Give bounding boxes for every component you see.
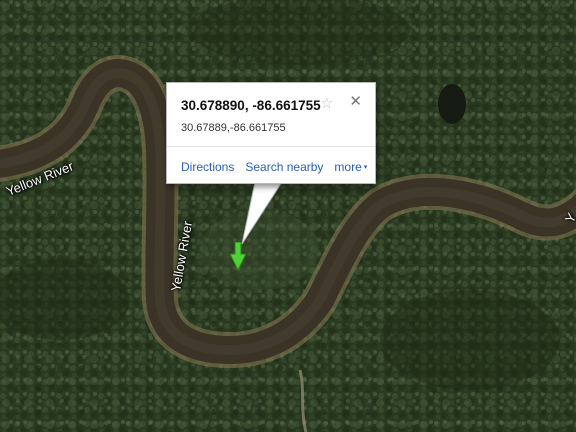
infowindow: 30.678890, -86.661755 ☆ ✕ 30.67889,-86.6… bbox=[166, 82, 376, 184]
star-icon[interactable]: ☆ bbox=[320, 96, 333, 111]
more-menu[interactable]: more ▾ bbox=[334, 160, 367, 174]
map-canvas[interactable]: Yellow River Yellow River Y 30.678890, -… bbox=[0, 0, 576, 432]
close-icon[interactable]: ✕ bbox=[349, 94, 362, 109]
pond bbox=[438, 84, 466, 124]
coordinates-text: 30.67889,-86.661755 bbox=[181, 122, 286, 134]
map-marker-icon[interactable] bbox=[230, 242, 246, 270]
infowindow-links: Directions Search nearby more ▾ bbox=[181, 160, 367, 174]
search-nearby-link[interactable]: Search nearby bbox=[245, 160, 323, 174]
divider bbox=[167, 146, 375, 147]
coordinates-title: 30.678890, -86.661755 bbox=[181, 98, 321, 113]
more-link[interactable]: more bbox=[334, 160, 361, 174]
chevron-down-icon[interactable]: ▾ bbox=[364, 163, 368, 171]
directions-link[interactable]: Directions bbox=[181, 160, 234, 174]
infowindow-pointer bbox=[241, 181, 283, 245]
